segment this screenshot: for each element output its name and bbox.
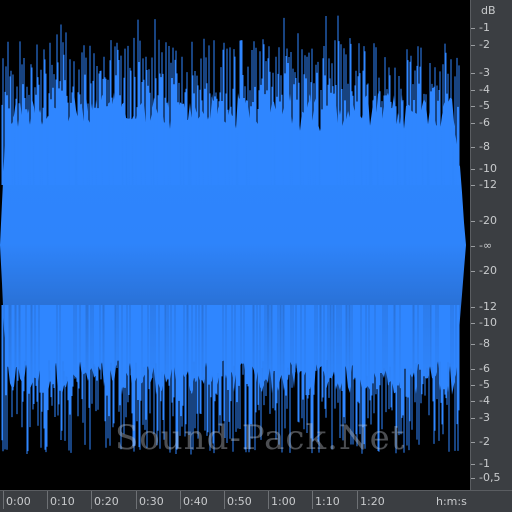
db-tick: [471, 221, 475, 222]
time-label: 0:30: [139, 495, 164, 508]
db-label: -4: [479, 394, 490, 407]
time-tick: [357, 491, 358, 509]
db-label: -12: [479, 178, 497, 191]
db-tick: [471, 271, 475, 272]
db-label: -0,5: [479, 471, 501, 484]
db-tick: [471, 147, 475, 148]
db-tick: [471, 28, 475, 29]
db-tick: [471, 344, 475, 345]
time-tick: [136, 491, 137, 509]
db-tick: [471, 418, 475, 419]
db-label: -3: [479, 66, 490, 79]
db-tick: [471, 464, 475, 465]
db-tick: [471, 307, 475, 308]
db-label: -20: [479, 264, 497, 277]
db-label: -1: [479, 21, 490, 34]
db-tick: [471, 385, 475, 386]
db-label: -5: [479, 378, 490, 391]
time-ruler: 0:00 0:10 0:20 0:30 0:40 0:50 1:00 1:10 1:20 h:m…: [0, 490, 512, 512]
time-tick: [91, 491, 92, 509]
db-tick: [471, 123, 475, 124]
db-label: -6: [479, 116, 490, 129]
db-label: -20: [479, 214, 497, 227]
db-unit-label: dB: [481, 4, 496, 17]
time-label: 0:20: [94, 495, 119, 508]
time-label: 1:10: [315, 495, 340, 508]
time-unit-label: h:m:s: [436, 495, 467, 508]
db-center-label: -∞: [479, 239, 493, 252]
db-label: -10: [479, 162, 497, 175]
time-label: 1:00: [271, 495, 296, 508]
watermark: Sound-Pack.Net: [115, 418, 406, 458]
db-label: -8: [479, 140, 490, 153]
db-label: -6: [479, 362, 490, 375]
db-label: -5: [479, 99, 490, 112]
db-tick: [471, 369, 475, 370]
time-label: 0:00: [6, 495, 31, 508]
db-tick: [471, 185, 475, 186]
db-tick: [471, 246, 475, 247]
time-label: 0:40: [183, 495, 208, 508]
db-tick: [471, 90, 475, 91]
time-tick: [3, 491, 4, 509]
db-label: -3: [479, 411, 490, 424]
db-tick: [471, 478, 475, 479]
time-label: 1:20: [360, 495, 385, 508]
db-label: -4: [479, 83, 490, 96]
db-tick: [471, 73, 475, 74]
time-tick: [47, 491, 48, 509]
db-label: -2: [479, 38, 490, 51]
db-label: -12: [479, 300, 497, 313]
waveform-view[interactable]: [0, 0, 470, 490]
time-tick: [180, 491, 181, 509]
waveform-channel: [0, 15, 466, 455]
db-ruler: dB -1 -2 -3 -4 -5 -6 -8 -10 -12 -20 -∞ -20 -12 -10 -…: [470, 0, 512, 490]
db-tick: [471, 323, 475, 324]
db-tick: [471, 106, 475, 107]
db-label: -8: [479, 337, 490, 350]
db-label: -10: [479, 316, 497, 329]
db-label: -1: [479, 457, 490, 470]
db-tick: [471, 442, 475, 443]
time-label: 0:10: [50, 495, 75, 508]
waveform-canvas[interactable]: [0, 0, 470, 490]
time-tick: [312, 491, 313, 509]
db-tick: [471, 169, 475, 170]
time-tick: [268, 491, 269, 509]
time-tick: [224, 491, 225, 509]
db-label: -2: [479, 435, 490, 448]
db-tick: [471, 45, 475, 46]
time-label: 0:50: [227, 495, 252, 508]
db-tick: [471, 401, 475, 402]
